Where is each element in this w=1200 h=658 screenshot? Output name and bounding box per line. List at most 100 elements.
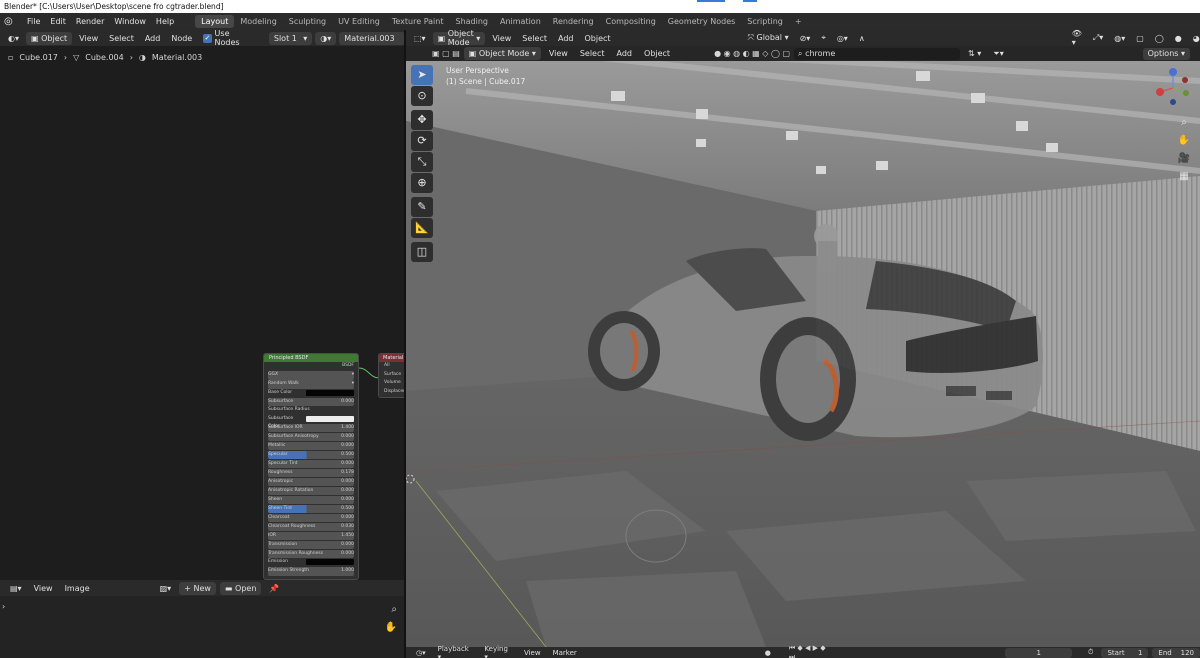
blender-logo-icon[interactable]: ◎ — [4, 16, 18, 28]
tab-layout[interactable]: Layout — [195, 15, 235, 28]
transform-orientation[interactable]: ⤧ Global ▾ — [744, 33, 793, 43]
object-mode-dropdown-2[interactable]: ▣ Object Mode ▾ — [463, 47, 541, 60]
annotate-tool[interactable]: ✎ — [411, 197, 433, 217]
zoom-icon[interactable]: ⌕ — [1176, 115, 1192, 131]
snap-icon[interactable]: ⌖ — [817, 33, 830, 43]
shading-wireframe-icon[interactable]: ◯ — [1151, 34, 1168, 43]
options-dropdown[interactable]: Options ▾ — [1142, 48, 1190, 60]
tab-compositing[interactable]: Compositing — [600, 15, 662, 28]
slot-dropdown[interactable]: Slot 1 ▾ — [268, 31, 313, 45]
select-box-tool[interactable]: ➤ — [411, 65, 433, 85]
filter-icons[interactable]: ● ◉ ◍ ◐ ▦ ◇ ◯ ▢ — [714, 49, 790, 58]
image-browse-icon[interactable]: ▨▾ — [156, 584, 176, 593]
image-menu-image[interactable]: Image — [61, 584, 94, 593]
node-menu-view[interactable]: View — [75, 34, 102, 43]
tab-scripting[interactable]: Scripting — [741, 15, 789, 28]
timeline-menu-playback[interactable]: Playback ▾ — [434, 645, 477, 658]
sort-icon[interactable]: ⇅ ▾ — [964, 49, 985, 58]
xray-toggle-icon[interactable]: ▢ — [1132, 34, 1148, 43]
use-nodes-toggle[interactable]: ✓ Use Nodes — [199, 29, 258, 47]
vp2-menu-select[interactable]: Select — [576, 49, 609, 58]
timeline-editor-type-icon[interactable]: ◷▾ — [412, 649, 430, 657]
node-input-anisotropic-rotation[interactable]: Anisotropic Rotation 0.000 — [268, 486, 354, 495]
pivot-icon[interactable]: ⊘▾ — [796, 34, 815, 43]
transform-tool[interactable]: ⊕ — [411, 173, 433, 193]
tab-shading[interactable]: Shading — [449, 15, 494, 28]
overlay-toggle-icon[interactable]: ◍▾ — [1110, 34, 1129, 43]
vp2-menu-object[interactable]: Object — [640, 49, 674, 58]
subsurface-method-dropdown[interactable]: Random Walk ▾ — [268, 380, 354, 389]
sidebar-toggle-icon[interactable]: › — [2, 602, 5, 611]
principled-bsdf-node[interactable]: Principled BSDF BSDF GGX ▾ Random Walk ▾ B… — [263, 353, 359, 580]
falloff-icon[interactable]: ∧ — [855, 34, 869, 43]
tab-uv-editing[interactable]: UV Editing — [332, 15, 386, 28]
hand-pan-icon[interactable]: ✋ — [385, 622, 397, 633]
image-editor-type-icon[interactable]: ▤▾ — [6, 584, 26, 593]
node-input-subsurface-color[interactable]: Subsurface Color — [268, 415, 354, 429]
grid-ortho-icon[interactable]: ▦ — [1176, 169, 1192, 185]
tab-rendering[interactable]: Rendering — [547, 15, 600, 28]
node-input-specular[interactable]: Specular 0.500 — [268, 450, 354, 459]
navigation-gizmo[interactable] — [1154, 66, 1192, 106]
node-input-base-color[interactable]: Base Color — [268, 389, 354, 398]
move-tool[interactable]: ✥ — [411, 110, 433, 130]
start-frame-field[interactable]: Start 1 — [1101, 647, 1149, 658]
material-name-field[interactable]: Material.003 — [339, 31, 405, 45]
menu-help[interactable]: Help — [151, 17, 179, 26]
rotate-tool[interactable]: ⟳ — [411, 131, 433, 151]
node-input-subsurface-radius[interactable]: Subsurface Radius — [268, 406, 354, 415]
search-input[interactable]: ⌕ chrome — [794, 47, 961, 60]
vp2-menu-add[interactable]: Add — [613, 49, 637, 58]
shading-material-icon[interactable]: ◕ — [1189, 34, 1200, 43]
open-image-button[interactable]: ▬ Open — [219, 581, 262, 595]
cursor-tool[interactable]: ⊙ — [411, 86, 433, 106]
scale-tool[interactable]: ⤡ — [411, 152, 433, 172]
menu-file[interactable]: File — [22, 17, 45, 26]
tab-geometry-nodes[interactable]: Geometry Nodes — [662, 15, 741, 28]
node-input-anisotropic[interactable]: Anisotropic 0.000 — [268, 477, 354, 486]
node-title[interactable]: Principled BSDF — [264, 354, 358, 362]
end-frame-field[interactable]: End 120 — [1152, 647, 1200, 658]
node-title[interactable]: Material — [379, 354, 404, 362]
node-input-sheen[interactable]: Sheen 0.000 — [268, 495, 354, 504]
zoom-icon[interactable]: ⌕ — [391, 604, 397, 615]
distribution-dropdown[interactable]: GGX ▾ — [268, 371, 354, 380]
new-image-button[interactable]: + New — [179, 581, 216, 595]
object-type-dropdown[interactable]: ▣ Object — [26, 31, 73, 45]
node-input-emission-strength[interactable]: Emission Strength 1.000 — [268, 567, 354, 576]
material-output-node[interactable]: Material All Surface Volume Displacement — [378, 353, 405, 398]
tab-texture-paint[interactable]: Texture Paint — [386, 15, 450, 28]
node-input-clearcoat[interactable]: Clearcoat 0.000 — [268, 513, 354, 522]
hand-pan-icon[interactable]: ✋ — [1176, 133, 1192, 149]
proportional-edit-icon[interactable]: ◎▾ — [833, 34, 852, 43]
node-input-subsurface-ior[interactable]: Subsurface IOR 1.400 — [268, 423, 354, 432]
vp2-menu-view[interactable]: View — [545, 49, 572, 58]
vp-menu-select[interactable]: Select — [518, 34, 551, 43]
menu-window[interactable]: Window — [109, 17, 151, 26]
image-editor-canvas[interactable]: › ⌕ ✋ — [0, 596, 405, 658]
gizmo-toggle-icon[interactable]: ⤢▾ — [1089, 33, 1107, 43]
shading-solid-icon[interactable]: ● — [1171, 34, 1186, 43]
node-menu-add[interactable]: Add — [141, 34, 165, 43]
select-mode-icons[interactable]: ▣ ▢ ▤ — [432, 49, 460, 58]
menu-render[interactable]: Render — [71, 17, 109, 26]
timeline-menu-view[interactable]: View — [520, 649, 545, 657]
node-input-roughness[interactable]: Roughness 0.178 — [268, 468, 354, 477]
record-icon[interactable]: ● — [765, 649, 771, 657]
visibility-icon[interactable]: 👁▾ — [1068, 29, 1086, 47]
playback-controls[interactable]: ⏮ ◆ ◀ ▶ ◆ ⏭ — [789, 644, 832, 658]
node-input-metallic[interactable]: Metallic 0.000 — [268, 441, 354, 450]
measure-tool[interactable]: 📐 — [411, 218, 433, 238]
node-input-sheen-tint[interactable]: Sheen Tint 0.500 — [268, 504, 354, 513]
camera-icon[interactable]: 🎥 — [1176, 151, 1192, 167]
vp-menu-view[interactable]: View — [488, 34, 515, 43]
color-swatch[interactable] — [306, 415, 354, 422]
current-frame-field[interactable]: 1 — [1005, 647, 1072, 658]
mode-dropdown[interactable]: ▣ Object Mode ▾ — [432, 29, 486, 47]
color-swatch[interactable] — [306, 389, 354, 396]
node-input-subsurface-anisotropy[interactable]: Subsurface Anisotropy 0.000 — [268, 432, 354, 441]
tab-modeling[interactable]: Modeling — [234, 15, 282, 28]
material-browse[interactable]: ◑▾ — [315, 31, 337, 45]
viewport-editor-type-icon[interactable]: ⬚▾ — [410, 34, 430, 43]
node-input-emission[interactable]: Emission — [268, 558, 354, 567]
